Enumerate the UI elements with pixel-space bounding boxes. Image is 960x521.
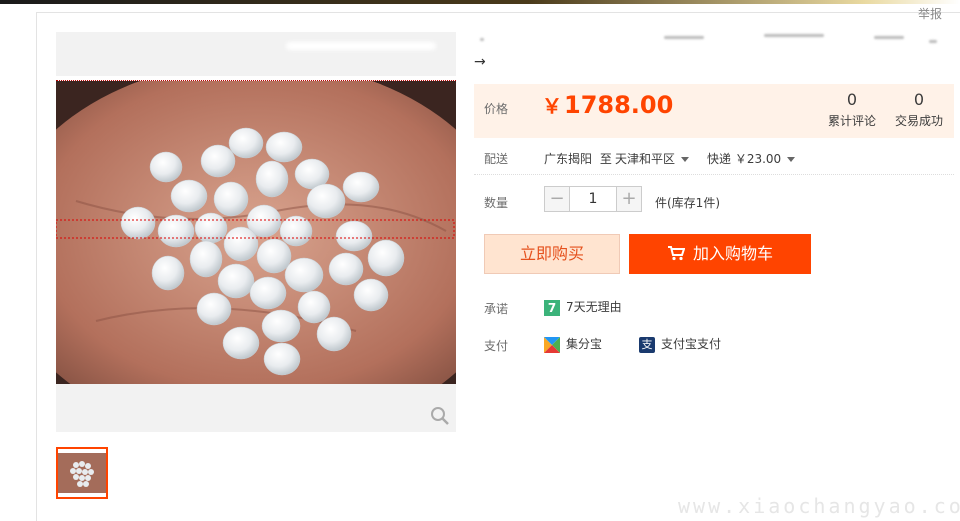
quantity-input[interactable] xyxy=(570,186,616,212)
watermark: www.xiaochangyao.com xyxy=(678,494,960,518)
gallery-footer xyxy=(56,384,456,432)
thumbnail-image[interactable] xyxy=(56,447,108,499)
jifenbao-icon xyxy=(544,336,560,353)
quantity-label: 数量 xyxy=(484,196,509,210)
delivery-to-word: 至 xyxy=(599,152,612,166)
seven-day-icon: 7 xyxy=(544,299,560,316)
jade-beads-photo xyxy=(56,81,456,384)
price-value: 1788.00 xyxy=(564,91,674,119)
price-label: 价格 xyxy=(484,102,509,116)
payment-method-1: 集分宝 xyxy=(566,337,603,351)
seven-day-return[interactable]: 7 7天无理由 xyxy=(544,298,622,316)
stock-info: 件(库存1件) xyxy=(655,196,720,210)
shipping-select[interactable]: 快递 ￥23.00 xyxy=(707,150,796,167)
title-arrow: → xyxy=(474,54,486,70)
alipay-icon: 支 xyxy=(639,336,655,353)
quantity-stepper: − + xyxy=(544,186,642,212)
deals-stat[interactable]: 0 交易成功 xyxy=(889,90,949,129)
payment-jifenbao[interactable]: 集分宝 xyxy=(544,335,602,353)
destination-select[interactable]: 天津和平区 xyxy=(615,150,690,167)
divider xyxy=(474,174,954,175)
thumbnail-photo xyxy=(58,449,106,497)
promise-label: 承诺 xyxy=(484,302,509,316)
top-banner-strip xyxy=(0,0,960,4)
deals-label: 交易成功 xyxy=(894,114,943,128)
buy-now-button[interactable]: 立即购买 xyxy=(484,234,620,274)
payment-label: 支付 xyxy=(484,339,509,353)
chevron-down-icon xyxy=(787,157,796,162)
delivery-label: 配送 xyxy=(484,152,509,166)
reviews-stat[interactable]: 0 累计评论 xyxy=(822,90,882,129)
price-panel: 价格 ￥1788.00 0 累计评论 0 交易成功 xyxy=(474,84,954,138)
add-to-cart-label: 加入购物车 xyxy=(692,244,773,263)
delivery-route: 广东揭阳 至 xyxy=(544,150,616,167)
product-title xyxy=(474,30,944,46)
cart-icon xyxy=(667,246,686,261)
currency-symbol: ￥ xyxy=(542,94,562,118)
add-to-cart-button[interactable]: 加入购物车 xyxy=(629,234,811,274)
main-product-image[interactable] xyxy=(56,80,456,385)
reviews-label: 累计评论 xyxy=(827,114,876,128)
chevron-down-icon xyxy=(681,157,690,162)
price: ￥1788.00 xyxy=(542,90,673,119)
delivery-from: 广东揭阳 xyxy=(544,152,593,166)
delivery-destination: 天津和平区 xyxy=(615,152,676,166)
payment-method-2: 支付宝支付 xyxy=(661,337,722,351)
shipping-fee: 快递 ￥23.00 xyxy=(707,152,782,166)
promise-text: 7天无理由 xyxy=(566,300,622,314)
gallery-header xyxy=(56,32,456,76)
report-link[interactable]: 举报 xyxy=(918,5,942,22)
payment-alipay[interactable]: 支支付宝支付 xyxy=(639,335,721,353)
deals-count: 0 xyxy=(913,90,925,109)
reviews-count: 0 xyxy=(846,90,858,109)
decrease-button[interactable]: − xyxy=(544,186,570,212)
increase-button[interactable]: + xyxy=(616,186,642,212)
search-icon[interactable] xyxy=(430,406,450,426)
